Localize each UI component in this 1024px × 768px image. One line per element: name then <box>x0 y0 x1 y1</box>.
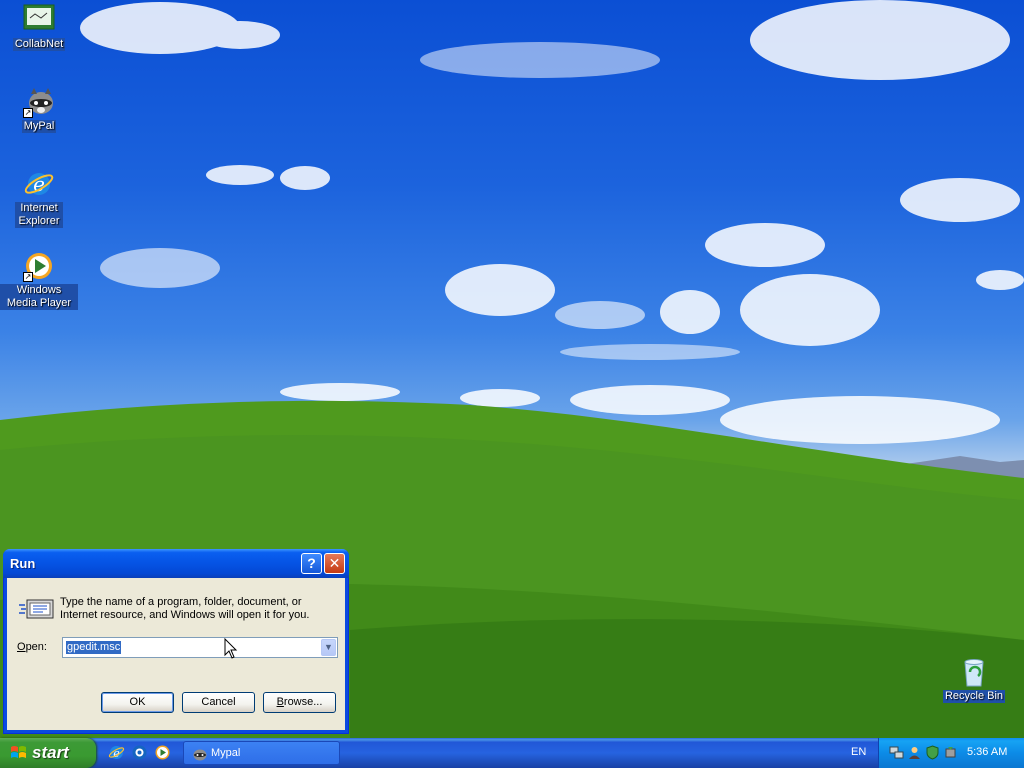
browser-icon[interactable] <box>131 744 148 761</box>
mouse-cursor-icon <box>224 638 238 659</box>
start-button[interactable]: start <box>0 738 96 768</box>
open-combobox[interactable]: gpedit.msc ▼ <box>62 637 338 658</box>
windows-logo-icon <box>11 746 26 758</box>
mypal-raccoon-icon: ↗ <box>23 86 55 118</box>
browse-label-text: rowse... <box>283 696 323 708</box>
internet-explorer-icon: e <box>23 168 55 200</box>
taskbar-button-mypal[interactable]: Mypal <box>183 741 340 765</box>
system-tray: 5:36 AM <box>878 738 1024 768</box>
run-dialog: Run ? ✕ Type the name of a program, fold… <box>3 549 349 734</box>
open-input-value[interactable]: gpedit.msc <box>66 641 122 654</box>
run-program-icon <box>19 599 54 619</box>
shortcut-arrow-icon: ↗ <box>23 272 33 282</box>
chevron-down-icon[interactable]: ▼ <box>321 639 336 656</box>
cancel-button[interactable]: Cancel <box>182 692 255 713</box>
desktop[interactable]: CollabNet ↗ MyPal e Internet Explorer ↗ … <box>0 0 1024 738</box>
shortcut-arrow-icon: ↗ <box>23 108 33 118</box>
run-dialog-body: Type the name of a program, folder, docu… <box>7 578 345 731</box>
language-indicator[interactable]: EN <box>851 746 866 758</box>
taskbar-button-label: Mypal <box>211 747 241 759</box>
recycle-bin-icon <box>958 656 990 688</box>
taskbar: start e Mypal EN 5:36 AM <box>0 738 1024 768</box>
open-label-text: pen: <box>25 641 47 653</box>
user-icon[interactable] <box>907 745 922 760</box>
clock[interactable]: 5:36 AM <box>967 746 1007 758</box>
desktop-icon-windows-media-player[interactable]: ↗ Windows Media Player <box>0 250 78 310</box>
desktop-icon-label: Windows Media Player <box>0 284 78 310</box>
ok-button[interactable]: OK <box>101 692 174 713</box>
start-label: start <box>32 743 69 762</box>
desktop-icon-collabnet[interactable]: CollabNet <box>0 4 78 51</box>
run-dialog-title: Run <box>10 556 36 571</box>
browse-button[interactable]: Browse... <box>263 692 336 713</box>
desktop-icon-internet-explorer[interactable]: e Internet Explorer <box>0 168 78 228</box>
desktop-icon-label: CollabNet <box>12 38 66 51</box>
open-label: Open: <box>17 641 47 653</box>
browse-label-mnemonic: B <box>276 696 284 708</box>
run-dialog-titlebar[interactable]: Run ? ✕ <box>3 549 349 578</box>
desktop-icon-label: MyPal <box>21 120 57 133</box>
network-icon[interactable] <box>889 745 904 760</box>
open-label-mnemonic: O <box>17 641 26 653</box>
close-button[interactable]: ✕ <box>324 553 345 574</box>
media-player-icon: ↗ <box>23 250 55 282</box>
desktop-icon-label: Internet Explorer <box>15 202 63 228</box>
desktop-icon-label: Recycle Bin <box>942 690 1006 703</box>
safely-remove-icon[interactable] <box>943 745 958 760</box>
collabnet-icon <box>23 4 55 36</box>
desktop-icon-mypal[interactable]: ↗ MyPal <box>0 86 78 133</box>
media-player-icon[interactable] <box>154 744 171 761</box>
help-button[interactable]: ? <box>301 553 322 574</box>
mypal-raccoon-icon <box>193 749 207 761</box>
desktop-icon-recycle-bin[interactable]: Recycle Bin <box>935 656 1013 703</box>
security-icon[interactable] <box>925 745 940 760</box>
run-dialog-message: Type the name of a program, folder, docu… <box>60 596 310 621</box>
internet-explorer-icon[interactable]: e <box>108 744 125 761</box>
